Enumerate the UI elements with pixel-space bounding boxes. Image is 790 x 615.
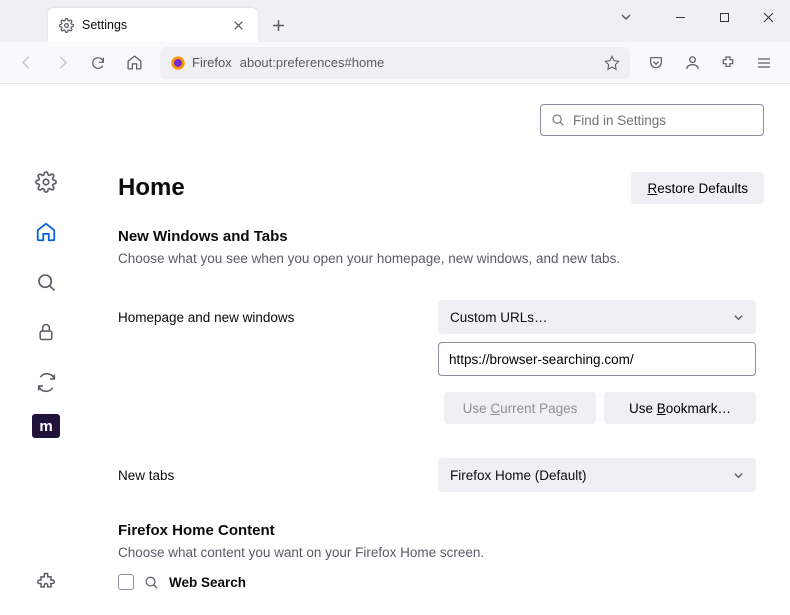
section-firefox-home-content: Firefox Home Content (118, 522, 764, 539)
url-text: about:preferences#home (240, 55, 596, 70)
page-title: Home (118, 174, 185, 202)
identity-box[interactable]: Firefox (170, 55, 232, 71)
back-button[interactable] (10, 47, 42, 79)
homepage-mode-select[interactable]: Custom URLs… (438, 300, 756, 334)
firefox-logo-icon (170, 55, 186, 71)
category-general[interactable] (28, 164, 64, 200)
window-controls (658, 0, 790, 34)
newtabs-mode-select[interactable]: Firefox Home (Default) (438, 458, 756, 492)
tabs-dropdown-button[interactable] (604, 0, 648, 34)
minimize-button[interactable] (658, 0, 702, 34)
addons-button[interactable] (28, 563, 64, 599)
titlebar: Settings (0, 0, 790, 42)
chevron-down-icon (733, 312, 744, 323)
newtabs-mode-value: Firefox Home (Default) (450, 468, 587, 483)
preferences-content: m Find in Settings Home Restore Defaults… (0, 84, 790, 615)
tab-title: Settings (82, 18, 220, 32)
tab-close-button[interactable] (228, 15, 248, 35)
restore-defaults-button[interactable]: Restore Defaults (631, 172, 764, 204)
newtabs-label: New tabs (118, 468, 438, 483)
identity-label: Firefox (192, 55, 232, 70)
browser-tab[interactable]: Settings (48, 8, 258, 42)
maximize-button[interactable] (702, 0, 746, 34)
navigation-toolbar: Firefox about:preferences#home (0, 42, 790, 84)
new-tab-button[interactable] (264, 11, 292, 39)
search-icon (144, 575, 159, 590)
section2-description: Choose what content you want on your Fir… (118, 545, 764, 560)
search-icon (551, 113, 565, 127)
use-current-pages-button[interactable]: Use Current Pages (444, 392, 596, 424)
homepage-mode-value: Custom URLs… (450, 310, 548, 325)
account-button[interactable] (676, 47, 708, 79)
categories-sidebar: m (0, 84, 92, 615)
url-bar[interactable]: Firefox about:preferences#home (160, 47, 630, 79)
websearch-label: Web Search (169, 575, 246, 590)
chevron-down-icon (733, 470, 744, 481)
close-window-button[interactable] (746, 0, 790, 34)
bookmark-star-icon[interactable] (604, 55, 620, 71)
home-button[interactable] (118, 47, 150, 79)
pocket-button[interactable] (640, 47, 672, 79)
forward-button[interactable] (46, 47, 78, 79)
extensions-button[interactable] (712, 47, 744, 79)
section-new-windows-tabs: New Windows and Tabs (118, 228, 764, 245)
gear-icon (58, 17, 74, 33)
category-search[interactable] (28, 264, 64, 300)
category-more-mozilla[interactable]: m (32, 414, 60, 438)
app-menu-button[interactable] (748, 47, 780, 79)
websearch-checkbox[interactable] (118, 574, 134, 590)
search-placeholder: Find in Settings (573, 113, 666, 128)
use-bookmark-button[interactable]: Use Bookmark… (604, 392, 756, 424)
category-privacy[interactable] (28, 314, 64, 350)
section1-description: Choose what you see when you open your h… (118, 251, 764, 266)
settings-search-input[interactable]: Find in Settings (540, 104, 764, 136)
reload-button[interactable] (82, 47, 114, 79)
main-panel: Find in Settings Home Restore Defaults N… (92, 84, 790, 615)
category-home[interactable] (28, 214, 64, 250)
category-sync[interactable] (28, 364, 64, 400)
homepage-label: Homepage and new windows (118, 310, 438, 325)
homepage-url-input[interactable] (438, 342, 756, 376)
